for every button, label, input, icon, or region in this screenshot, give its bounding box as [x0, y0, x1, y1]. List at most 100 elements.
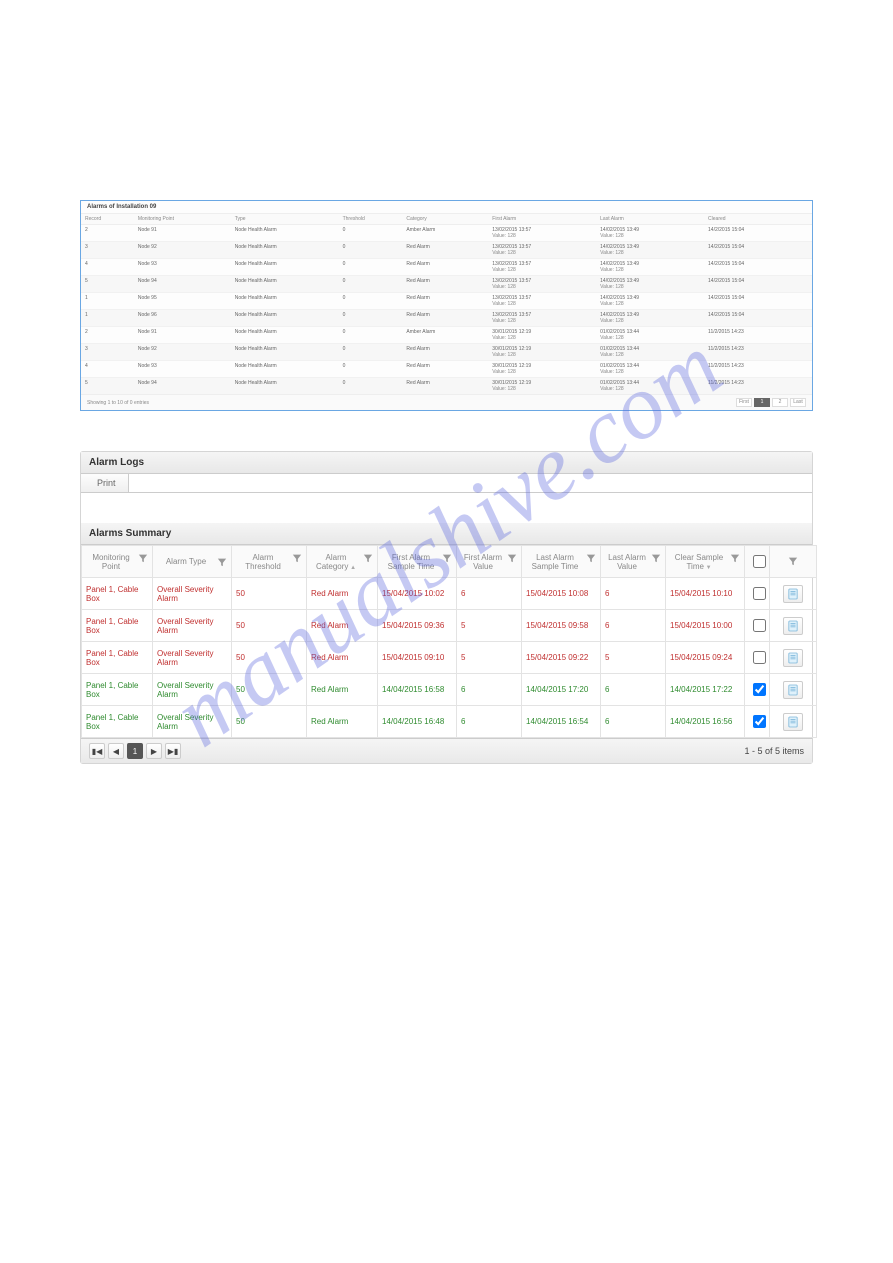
installation-row[interactable]: 4Node 93Node Health Alarm0Red Alarm30/01… — [81, 361, 812, 378]
installation-col-header[interactable]: Monitoring Point — [134, 214, 231, 225]
installation-row[interactable]: 2Node 91Node Health Alarm0Amber Alarm30/… — [81, 327, 812, 344]
cell-category: Amber Alarm — [402, 327, 488, 344]
col-last-alarm-time[interactable]: Last Alarm Sample Time — [526, 553, 584, 571]
summary-row[interactable]: Panel 1, Cable BoxOverall Severity Alarm… — [82, 674, 817, 706]
col-first-alarm-time[interactable]: First Alarm Sample Time — [382, 553, 440, 571]
cell-type: Node Health Alarm — [231, 293, 339, 310]
col-alarm-threshold[interactable]: Alarm Threshold — [236, 553, 290, 571]
row-checkbox[interactable] — [753, 619, 766, 632]
cell-first-value: 5 — [457, 642, 522, 674]
cell-type: Node Health Alarm — [231, 225, 339, 242]
cell-type: Node Health Alarm — [231, 344, 339, 361]
cell-first-time: 15/04/2015 09:10 — [378, 642, 457, 674]
cell-threshold: 0 — [339, 276, 403, 293]
summary-row[interactable]: Panel 1, Cable BoxOverall Severity Alarm… — [82, 642, 817, 674]
filter-icon[interactable] — [730, 553, 740, 563]
pager-first[interactable]: ▮◀ — [89, 743, 105, 759]
col-alarm-type[interactable]: Alarm Type — [157, 557, 215, 566]
detail-button[interactable] — [783, 617, 803, 635]
installation-row[interactable]: 3Node 92Node Health Alarm0Red Alarm13/02… — [81, 242, 812, 259]
cell-last-value: 6 — [601, 706, 666, 738]
installation-col-header[interactable]: Record — [81, 214, 134, 225]
cell-monitoring-point: Node 92 — [134, 344, 231, 361]
cell-cleared: 11/2/2015 14:23 — [704, 361, 812, 378]
cell-alarm-category: Red Alarm — [307, 642, 378, 674]
installation-row[interactable]: 1Node 96Node Health Alarm0Red Alarm13/02… — [81, 310, 812, 327]
cell-type: Node Health Alarm — [231, 327, 339, 344]
filter-icon[interactable] — [507, 553, 517, 563]
installation-alarms-table: RecordMonitoring PointTypeThresholdCateg… — [81, 213, 812, 394]
cell-alarm-threshold: 50 — [232, 674, 307, 706]
col-clear-sample-time[interactable]: Clear Sample Time — [675, 553, 723, 571]
summary-row[interactable]: Panel 1, Cable BoxOverall Severity Alarm… — [82, 578, 817, 610]
installation-col-header[interactable]: Type — [231, 214, 339, 225]
cell-threshold: 0 — [339, 225, 403, 242]
cell-threshold: 0 — [339, 310, 403, 327]
cell-first-alarm: 30/01/2015 12:19Value: 128 — [488, 327, 596, 344]
pager-next[interactable]: ▶ — [146, 743, 162, 759]
sort-asc-icon: ▲ — [348, 565, 356, 571]
installation-row[interactable]: 4Node 93Node Health Alarm0Red Alarm13/02… — [81, 259, 812, 276]
filter-icon[interactable] — [586, 553, 596, 563]
installation-row[interactable]: 1Node 95Node Health Alarm0Red Alarm13/02… — [81, 293, 812, 310]
installation-col-header[interactable]: Last Alarm — [596, 214, 704, 225]
cell-last-time: 14/04/2015 16:54 — [522, 706, 601, 738]
cell-first-time: 15/04/2015 10:02 — [378, 578, 457, 610]
pager-current[interactable]: 1 — [127, 743, 143, 759]
installation-row[interactable]: 5Node 94Node Health Alarm0Red Alarm13/02… — [81, 276, 812, 293]
summary-row[interactable]: Panel 1, Cable BoxOverall Severity Alarm… — [82, 610, 817, 642]
col-first-alarm-value[interactable]: First Alarm Value — [461, 553, 505, 571]
alarms-summary-title: Alarms Summary — [81, 523, 812, 545]
installation-col-header[interactable]: Cleared — [704, 214, 812, 225]
cell-cleared: 14/2/2015 15:04 — [704, 259, 812, 276]
pager-first[interactable]: First — [736, 398, 752, 407]
detail-button[interactable] — [783, 585, 803, 603]
detail-button[interactable] — [783, 649, 803, 667]
cell-clear-time: 15/04/2015 10:00 — [666, 610, 745, 642]
cell-first-alarm: 13/02/2015 13:57Value: 128 — [488, 310, 596, 327]
header-checkbox[interactable] — [753, 555, 766, 568]
detail-button[interactable] — [783, 713, 803, 731]
cell-first-alarm: 13/02/2015 13:57Value: 128 — [488, 259, 596, 276]
cell-type: Node Health Alarm — [231, 361, 339, 378]
installation-col-header[interactable]: Category — [402, 214, 488, 225]
cell-threshold: 0 — [339, 293, 403, 310]
installation-row[interactable]: 5Node 94Node Health Alarm0Red Alarm30/01… — [81, 378, 812, 395]
print-button[interactable]: Print — [81, 474, 129, 492]
cell-last-alarm: 01/02/2015 13:44Value: 128 — [596, 344, 704, 361]
row-checkbox[interactable] — [753, 651, 766, 664]
installation-row[interactable]: 2Node 91Node Health Alarm0Amber Alarm13/… — [81, 225, 812, 242]
cell-type: Node Health Alarm — [231, 259, 339, 276]
print-label: Print — [97, 478, 116, 488]
cell-cleared: 14/2/2015 15:04 — [704, 310, 812, 327]
installation-row[interactable]: 3Node 92Node Health Alarm0Red Alarm30/01… — [81, 344, 812, 361]
cell-monitoring-point: Node 91 — [134, 327, 231, 344]
filter-icon[interactable] — [442, 553, 452, 563]
pager-prev[interactable]: ◀ — [108, 743, 124, 759]
filter-icon[interactable] — [138, 553, 148, 563]
col-monitoring-point[interactable]: Monitoring Point — [86, 553, 136, 571]
pager-page-2[interactable]: 2 — [772, 398, 788, 407]
alarm-logs-panel: Alarm Logs Print Alarms Summary Monitori… — [80, 451, 813, 764]
col-last-alarm-value[interactable]: Last Alarm Value — [605, 553, 649, 571]
pager-page-1[interactable]: 1 — [754, 398, 770, 407]
cell-record: 4 — [81, 361, 134, 378]
pager-last[interactable]: Last — [790, 398, 806, 407]
row-checkbox[interactable] — [753, 587, 766, 600]
col-alarm-category[interactable]: Alarm Category — [316, 553, 348, 571]
detail-button[interactable] — [783, 681, 803, 699]
cell-first-time: 15/04/2015 09:36 — [378, 610, 457, 642]
row-checkbox[interactable] — [753, 715, 766, 728]
installation-col-header[interactable]: First Alarm — [488, 214, 596, 225]
filter-icon[interactable] — [363, 553, 373, 563]
cell-first-alarm: 30/01/2015 12:19Value: 128 — [488, 344, 596, 361]
row-checkbox[interactable] — [753, 683, 766, 696]
installation-col-header[interactable]: Threshold — [339, 214, 403, 225]
cell-first-time: 14/04/2015 16:58 — [378, 674, 457, 706]
summary-row[interactable]: Panel 1, Cable BoxOverall Severity Alarm… — [82, 706, 817, 738]
filter-icon[interactable] — [788, 556, 798, 566]
filter-icon[interactable] — [217, 557, 227, 567]
filter-icon[interactable] — [651, 553, 661, 563]
pager-last[interactable]: ▶▮ — [165, 743, 181, 759]
filter-icon[interactable] — [292, 553, 302, 563]
